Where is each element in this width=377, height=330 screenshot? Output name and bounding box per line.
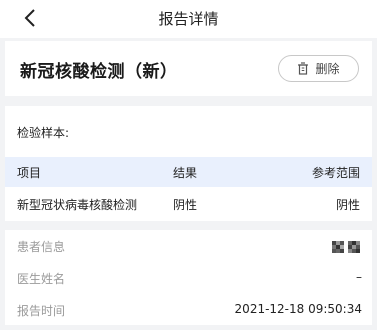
sample-label: 检验样本: bbox=[17, 126, 70, 140]
column-header-item: 项目 bbox=[17, 165, 42, 180]
patient-info-row: 患者信息 bbox=[5, 236, 372, 256]
patient-name-mosaic bbox=[332, 241, 360, 253]
sample-card: 检验样本: 项目 结果 参考范围 新型冠状病毒核酸检测 阴性 阴性 bbox=[5, 106, 372, 221]
trash-icon bbox=[298, 62, 309, 75]
doctor-name-row: 医生姓名 – bbox=[5, 268, 372, 288]
column-header-result: 结果 bbox=[173, 165, 198, 180]
report-time-label: 报告时间 bbox=[17, 304, 66, 318]
nav-title: 报告详情 bbox=[158, 10, 219, 28]
info-card: 患者信息 医生姓名 – 报告时间 2021-12-18 09:50:34 bbox=[5, 230, 372, 325]
page-title: 新冠核酸检测（新） bbox=[20, 62, 178, 82]
report-time-row: 报告时间 2021-12-18 09:50:34 bbox=[5, 300, 372, 320]
top-nav-bar: 报告详情 bbox=[0, 0, 377, 38]
cell-reference: 阴性 bbox=[335, 197, 360, 212]
delete-button[interactable]: 删除 bbox=[278, 55, 359, 82]
table-header: 项目 结果 参考范围 bbox=[5, 157, 372, 187]
delete-label: 删除 bbox=[315, 62, 340, 76]
report-header-card: 新冠核酸检测（新） 删除 bbox=[5, 41, 372, 96]
cell-item: 新型冠状病毒核酸检测 bbox=[17, 197, 138, 212]
patient-info-label: 患者信息 bbox=[17, 240, 66, 254]
table-row: 新型冠状病毒核酸检测 阴性 阴性 bbox=[5, 187, 372, 221]
cell-result: 阴性 bbox=[173, 197, 198, 212]
doctor-name-label: 医生姓名 bbox=[17, 272, 66, 286]
doctor-name-value: – bbox=[356, 270, 362, 284]
report-time-value: 2021-12-18 09:50:34 bbox=[234, 302, 362, 316]
column-header-reference: 参考范围 bbox=[311, 165, 360, 180]
